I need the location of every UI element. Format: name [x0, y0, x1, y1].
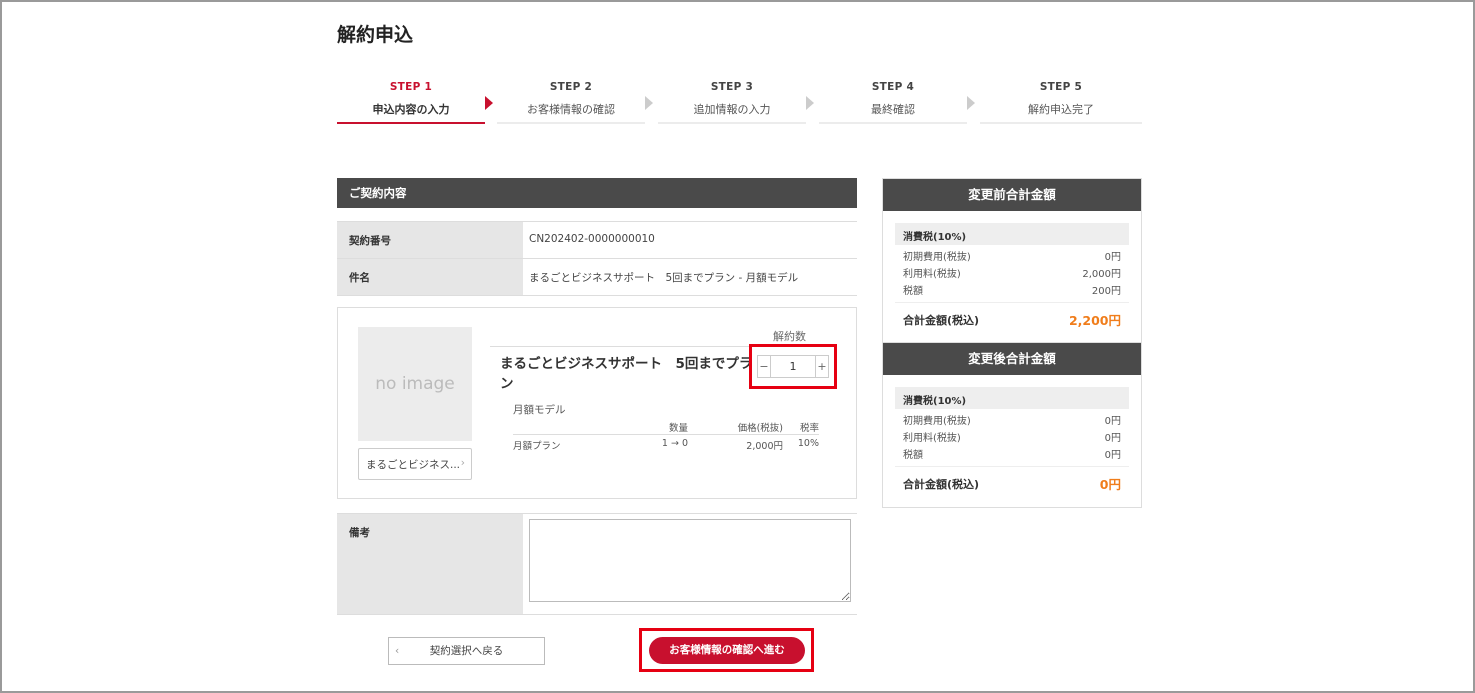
- product-link-label: まるごとビジネス...: [366, 459, 461, 471]
- after-tax-label: 消費税(10%): [895, 387, 1129, 409]
- total-value: 2,200円: [1068, 313, 1121, 328]
- back-button[interactable]: ‹ 契約選択へ戻る: [388, 637, 545, 665]
- column-header-qty: 数量: [668, 423, 688, 434]
- step-1: STEP 1 申込内容の入力: [337, 76, 485, 124]
- step-5: STEP 5 解約申込完了: [980, 76, 1142, 124]
- quantity-highlight: − 1 +: [749, 344, 837, 389]
- column-header-name: [513, 420, 628, 434]
- plan-qty: 1 → 0: [661, 438, 688, 449]
- table-row: 月額プラン 1 → 0 2,000円 10%: [513, 435, 819, 453]
- increment-button[interactable]: +: [815, 356, 828, 377]
- total-label: 合計金額(税込): [903, 313, 980, 327]
- step-number: STEP 4: [871, 81, 915, 93]
- column-header-price: 価格(税抜): [737, 423, 783, 434]
- subject-row: 件名 まるごとビジネスサポート 5回までプラン - 月額モデル: [337, 259, 857, 296]
- step-number: STEP 5: [1039, 81, 1083, 93]
- page-title: 解約申込: [337, 24, 414, 46]
- next-button[interactable]: お客様情報の確認へ進む: [649, 637, 805, 664]
- after-total-panel: 変更後合計金額 消費税(10%) 初期費用(税抜) 0円 利用料(税抜) 0円 …: [882, 342, 1142, 508]
- model-name: 月額モデル: [513, 404, 566, 416]
- total-label: 合計金額(税込): [903, 477, 980, 491]
- row-label: 利用料(税抜): [903, 269, 961, 280]
- product-image-placeholder: no image: [358, 327, 472, 441]
- step-2: STEP 2 お客様情報の確認: [497, 76, 645, 124]
- cancel-quantity-label: 解約数: [773, 330, 806, 343]
- back-button-label: 契約選択へ戻る: [429, 645, 504, 657]
- contract-number-row: 契約番号 CN202402-0000000010: [337, 222, 857, 259]
- row-label: 税額: [903, 450, 923, 461]
- before-tax-label: 消費税(10%): [895, 223, 1129, 245]
- quantity-stepper: − 1 +: [757, 355, 829, 378]
- total-value: 0円: [1099, 477, 1121, 492]
- before-usage-row: 利用料(税抜) 2,000円: [895, 266, 1129, 283]
- plan-detail-table: 数量 価格(税抜) 税率 月額プラン 1 → 0 2,000円 10%: [513, 420, 819, 453]
- remark-textarea[interactable]: [529, 519, 851, 602]
- row-value: 0円: [1104, 433, 1121, 444]
- chevron-left-icon: ‹: [395, 645, 400, 657]
- row-value: 0円: [1104, 450, 1121, 461]
- table-header: 数量 価格(税抜) 税率: [513, 420, 819, 435]
- row-label: 初期費用(税抜): [903, 416, 971, 427]
- plan-price: 2,000円: [746, 441, 783, 452]
- step-number: STEP 3: [710, 81, 754, 93]
- remark-row: 備考: [337, 513, 857, 615]
- after-tax-row: 税額 0円: [895, 447, 1129, 464]
- product-card: no image まるごとビジネス... › 解約数 まるごとビジネスサポート …: [337, 307, 857, 499]
- product-name: まるごとビジネスサポート 5回までプラン: [500, 356, 753, 392]
- quantity-input[interactable]: 1: [771, 356, 815, 377]
- remark-cell: [523, 514, 857, 614]
- step-4: STEP 4 最終確認: [819, 76, 967, 124]
- product-detail-link[interactable]: まるごとビジネス... ›: [358, 448, 472, 480]
- step-arrow-icon: [967, 96, 975, 110]
- after-usage-row: 利用料(税抜) 0円: [895, 430, 1129, 447]
- before-tax-row: 税額 200円: [895, 283, 1129, 300]
- step-arrow-icon: [645, 96, 653, 110]
- before-initial-row: 初期費用(税抜) 0円: [895, 249, 1129, 266]
- row-label: 税額: [903, 286, 923, 297]
- row-value: 2,000円: [1082, 269, 1121, 280]
- step-label: 最終確認: [871, 103, 915, 116]
- plan-tax: 10%: [797, 438, 819, 449]
- step-3: STEP 3 追加情報の入力: [658, 76, 806, 124]
- before-total-row: 合計金額(税込) 2,200円: [895, 302, 1129, 336]
- row-value: 200円: [1091, 286, 1121, 297]
- plan-name: 月額プラン: [513, 441, 561, 452]
- after-total-row: 合計金額(税込) 0円: [895, 466, 1129, 500]
- step-number: STEP 2: [549, 81, 593, 93]
- step-indicator: STEP 1 申込内容の入力 STEP 2 お客様情報の確認 STEP 3 追加…: [337, 76, 1142, 126]
- step-label: お客様情報の確認: [527, 103, 615, 116]
- next-button-highlight: お客様情報の確認へ進む: [639, 628, 814, 672]
- contract-number-label: 契約番号: [337, 222, 523, 258]
- contract-section-title: ご契約内容: [337, 178, 857, 208]
- step-label: 追加情報の入力: [693, 103, 771, 116]
- remark-label: 備考: [337, 514, 523, 614]
- step-arrow-icon: [806, 96, 814, 110]
- before-total-panel: 変更前合計金額 消費税(10%) 初期費用(税抜) 0円 利用料(税抜) 2,0…: [882, 178, 1142, 343]
- before-total-title: 変更前合計金額: [883, 179, 1141, 211]
- row-value: 0円: [1104, 252, 1121, 263]
- row-label: 初期費用(税抜): [903, 252, 971, 263]
- step-arrow-icon: [485, 96, 493, 110]
- subject-value: まるごとビジネスサポート 5回までプラン - 月額モデル: [529, 272, 799, 284]
- chevron-right-icon: ›: [460, 457, 465, 469]
- column-header-tax: 税率: [799, 423, 819, 434]
- after-initial-row: 初期費用(税抜) 0円: [895, 413, 1129, 430]
- step-label: 解約申込完了: [1028, 103, 1094, 116]
- contract-info-table: 契約番号 CN202402-0000000010 件名 まるごとビジネスサポート…: [337, 221, 857, 296]
- after-total-title: 変更後合計金額: [883, 343, 1141, 375]
- subject-label: 件名: [337, 259, 523, 295]
- step-number: STEP 1: [389, 81, 433, 93]
- contract-number-value: CN202402-0000000010: [529, 233, 655, 245]
- decrement-button[interactable]: −: [758, 356, 771, 377]
- row-value: 0円: [1104, 416, 1121, 427]
- row-label: 利用料(税抜): [903, 433, 961, 444]
- step-label: 申込内容の入力: [372, 103, 450, 116]
